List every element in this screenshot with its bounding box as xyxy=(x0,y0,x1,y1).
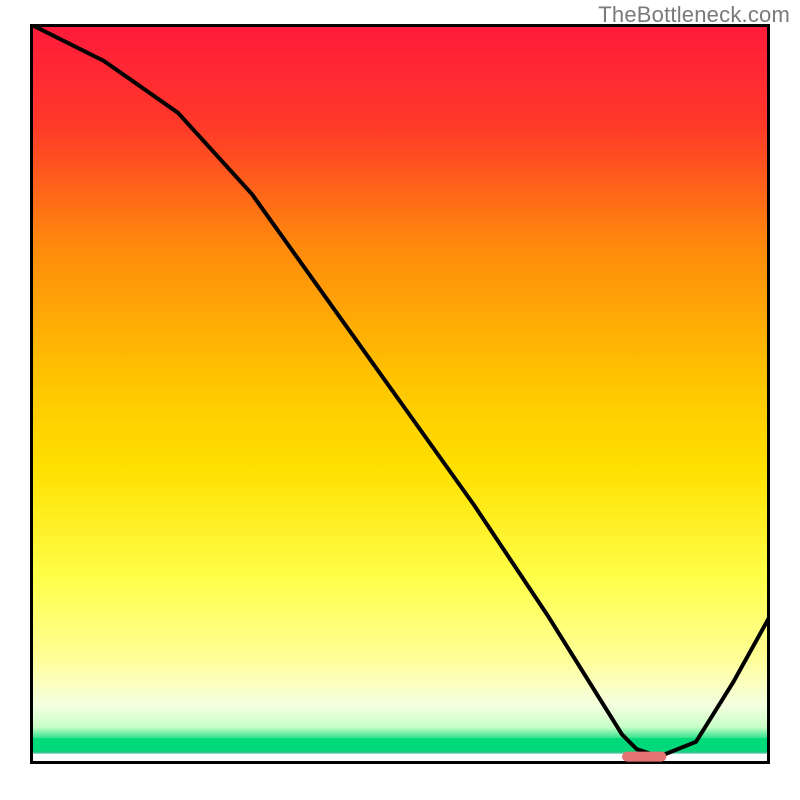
bottleneck-chart xyxy=(30,24,770,764)
green-band xyxy=(30,738,770,751)
optimal-marker xyxy=(622,752,666,762)
chart-container xyxy=(30,24,770,764)
chart-background xyxy=(30,24,770,764)
